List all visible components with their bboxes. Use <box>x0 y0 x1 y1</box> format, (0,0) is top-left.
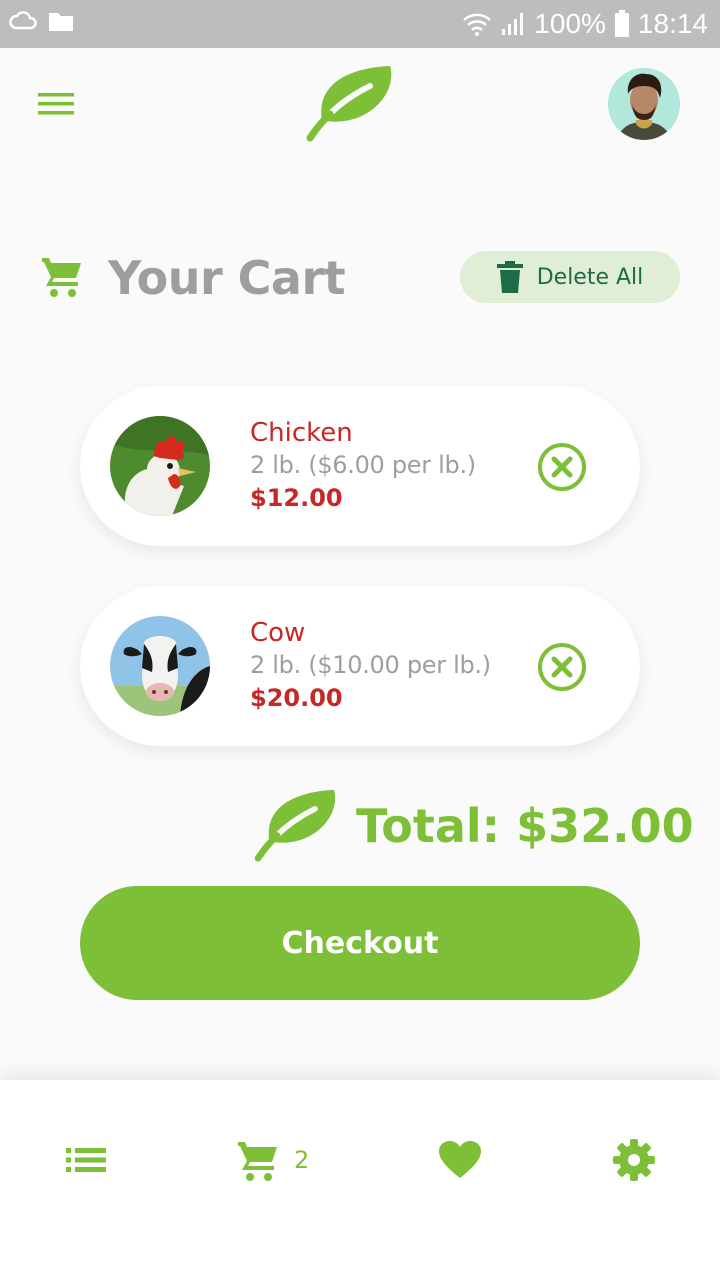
cow-photo <box>110 616 210 716</box>
item-price: $20.00 <box>250 684 343 712</box>
heart-icon <box>439 1141 481 1178</box>
nav-item-cart[interactable]: 2 <box>236 1138 309 1182</box>
total-amount: Total: $32.00 <box>356 799 694 853</box>
leaf-logo-icon <box>306 66 392 142</box>
folder-icon <box>49 13 73 31</box>
delete-all-button[interactable]: Delete All <box>460 251 680 303</box>
remove-item-icon[interactable] <box>536 441 588 493</box>
cart-icon <box>238 1142 277 1181</box>
item-name: Cow <box>250 618 306 648</box>
wifi-icon <box>463 13 492 36</box>
battery-percent: 100% <box>534 8 606 39</box>
page-title: Your Cart <box>108 251 346 305</box>
cloud-icon <box>9 11 37 30</box>
nav-item-settings[interactable] <box>612 1138 656 1182</box>
checkout-button[interactable]: Checkout <box>80 886 640 1000</box>
cart-item: Cow 2 lb. ($10.00 per lb.) $20.00 <box>80 586 640 746</box>
bottom-navigation: 2 <box>0 1080 720 1280</box>
signal-icon <box>502 13 524 35</box>
cart-count-badge: 2 <box>294 1146 310 1174</box>
item-quantity: 2 lb. ($10.00 per lb.) <box>250 651 491 679</box>
item-details: Cow 2 lb. ($10.00 per lb.) $20.00 <box>250 616 540 716</box>
trash-icon <box>496 261 523 293</box>
item-image-chicken <box>110 416 210 516</box>
status-bar: 100% 18:14 <box>0 0 720 48</box>
user-avatar[interactable] <box>608 68 680 140</box>
leaf-icon <box>254 789 336 862</box>
clock: 18:14 <box>637 8 708 39</box>
checkout-label: Checkout <box>281 925 439 961</box>
item-details: Chicken 2 lb. ($6.00 per lb.) $12.00 <box>250 416 540 516</box>
avatar-portrait <box>608 68 680 140</box>
hamburger-menu-icon[interactable] <box>30 84 82 124</box>
cart-icon <box>42 258 81 297</box>
cart-item: Chicken 2 lb. ($6.00 per lb.) $12.00 <box>80 386 640 546</box>
item-price: $12.00 <box>250 484 343 512</box>
remove-item-icon[interactable] <box>536 641 588 693</box>
delete-all-label: Delete All <box>536 264 644 290</box>
total-row: Total: $32.00 <box>254 786 694 866</box>
item-name: Chicken <box>250 418 353 448</box>
item-quantity: 2 lb. ($6.00 per lb.) <box>250 451 476 479</box>
nav-item-list[interactable] <box>66 1138 106 1182</box>
battery-icon <box>614 10 629 37</box>
chicken-photo <box>110 416 210 516</box>
gear-icon <box>613 1139 655 1181</box>
item-image-cow <box>110 616 210 716</box>
cart-header: Your Cart Delete All <box>40 248 680 308</box>
nav-item-favorites[interactable] <box>438 1138 482 1182</box>
top-app-bar <box>0 48 720 168</box>
list-icon <box>66 1148 106 1172</box>
